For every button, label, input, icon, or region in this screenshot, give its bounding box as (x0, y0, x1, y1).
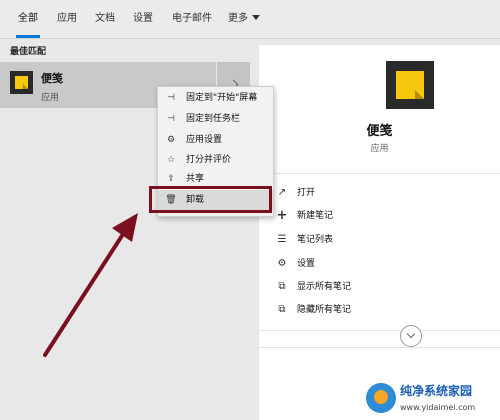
tab-apps[interactable]: 应用 (57, 0, 77, 38)
menu-item-pin-to-start[interactable]: ⊣ 固定到"开始"屏幕 (158, 88, 273, 108)
search-filter-tabs: 全部 应用 文档 设置 电子邮件 更多 (0, 0, 500, 38)
action-new-note-label: 新建笔记 (297, 211, 334, 221)
sticky-notes-icon (10, 71, 33, 94)
actions-divider (259, 330, 500, 331)
tab-settings-label: 设置 (133, 13, 153, 24)
app-subtitle: 应用 (370, 144, 389, 154)
tab-email-label: 电子邮件 (172, 13, 212, 24)
app-details-pane: 便笺 应用 ↗ 打开 + 新建笔记 ☰ 笔记列表 ⚙ 设置 ⧉ 显示所有笔记 ⧉… (259, 45, 500, 420)
bottom-divider (259, 347, 500, 348)
tab-all-label: 全部 (18, 13, 38, 24)
pin-icon: ⊣ (167, 114, 175, 124)
tab-all[interactable]: 全部 (16, 0, 40, 38)
menu-item-rate-review[interactable]: ☆ 打分并评价 (158, 150, 273, 170)
tab-documents[interactable]: 文档 (95, 0, 115, 38)
star-list-icon: ☆ (166, 155, 176, 165)
menu-item-pin-to-start-label: 固定到"开始"屏幕 (186, 93, 258, 103)
menu-item-rate-review-label: 打分并评价 (186, 155, 232, 165)
pin-icon: ⊣ (167, 93, 175, 103)
details-divider (259, 173, 500, 174)
action-note-list-label: 笔记列表 (297, 235, 334, 245)
app-title: 便笺 (366, 124, 393, 139)
action-settings-label: 设置 (297, 259, 316, 269)
menu-item-app-settings[interactable]: ⚙ 应用设置 (158, 130, 273, 150)
action-show-all-notes-label: 显示所有笔记 (297, 282, 352, 292)
hide-notes-icon: ⧉ (278, 304, 286, 315)
best-match-heading: 最佳匹配 (10, 47, 47, 57)
watermark: 纯净系统家园 www.yidaimei.com (366, 381, 500, 418)
action-hide-all-notes-label: 隐藏所有笔记 (297, 305, 352, 315)
chevron-down-icon (406, 329, 416, 339)
menu-item-app-settings-label: 应用设置 (186, 135, 223, 145)
sticky-note-glyph (15, 76, 28, 89)
tab-more-label: 更多 (228, 13, 248, 24)
sticky-notes-large-icon (386, 61, 434, 109)
best-match-type: 应用 (41, 93, 60, 103)
open-icon: ↗ (277, 187, 287, 198)
watermark-logo-icon (366, 383, 396, 413)
gear-icon: ⚙ (277, 258, 287, 269)
tab-email[interactable]: 电子邮件 (172, 0, 212, 38)
action-open-label: 打开 (297, 188, 316, 198)
chevron-down-icon (252, 15, 260, 20)
tab-more[interactable]: 更多 (228, 0, 260, 38)
sticky-note-glyph-large (396, 71, 424, 99)
menu-item-pin-to-taskbar-label: 固定到任务栏 (186, 114, 241, 124)
show-notes-icon: ⧉ (278, 281, 286, 292)
list-icon: ☰ (277, 234, 287, 245)
gear-icon: ⚙ (166, 135, 176, 145)
expand-button[interactable] (400, 325, 422, 347)
uninstall-highlight-box (149, 186, 272, 213)
watermark-title: 纯净系统家园 (400, 384, 473, 398)
tab-settings[interactable]: 设置 (133, 0, 153, 38)
tab-documents-label: 文档 (95, 13, 115, 24)
best-match-name: 便笺 (41, 72, 63, 85)
watermark-url: www.yidaimei.com (400, 403, 476, 412)
plus-icon: + (276, 208, 288, 223)
tab-apps-label: 应用 (57, 13, 77, 24)
menu-item-pin-to-taskbar[interactable]: ⊣ 固定到任务栏 (158, 109, 273, 129)
